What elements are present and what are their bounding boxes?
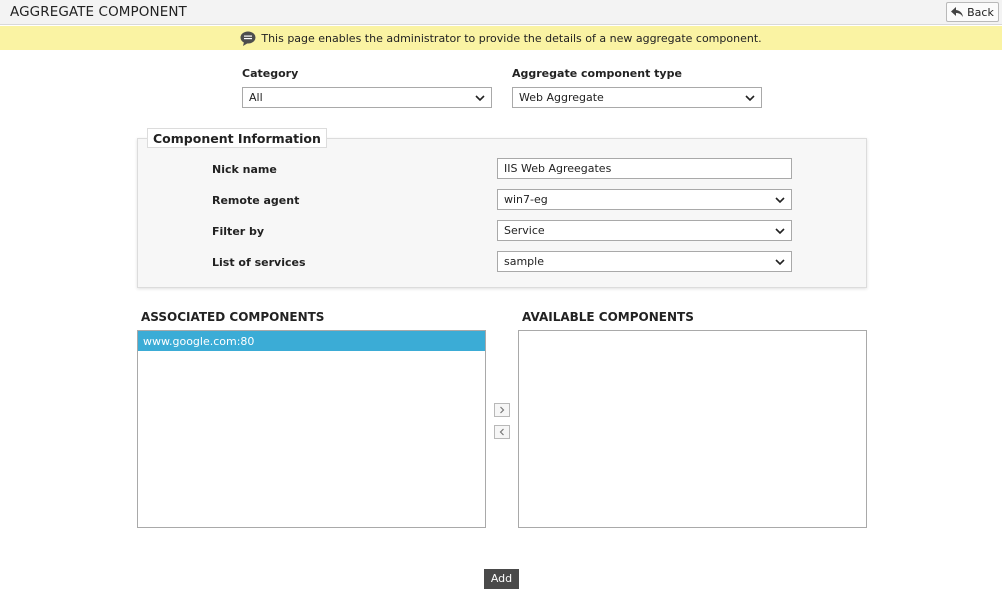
nick-name-label: Nick name <box>212 163 277 176</box>
available-components-heading: AVAILABLE COMPONENTS <box>522 310 694 324</box>
add-button[interactable]: Add <box>484 569 519 589</box>
chevron-down-icon <box>775 197 785 204</box>
back-arrow-icon <box>951 7 964 17</box>
filter-by-select[interactable]: Service <box>497 220 792 241</box>
chevron-down-icon <box>745 95 755 102</box>
info-message: This page enables the administrator to p… <box>261 31 762 45</box>
available-components-list[interactable] <box>518 330 867 528</box>
remote-agent-select[interactable]: win7-eg <box>497 189 792 210</box>
services-label: List of services <box>212 256 306 269</box>
component-info-legend: Component Information <box>147 128 327 148</box>
nick-name-input[interactable] <box>497 158 792 179</box>
associated-components-list[interactable]: www.google.com:80 <box>137 330 486 528</box>
back-button[interactable]: Back <box>946 2 999 22</box>
chevron-left-icon <box>499 428 504 436</box>
move-right-button[interactable] <box>494 403 510 417</box>
back-button-label: Back <box>967 5 994 19</box>
category-label: Category <box>242 67 299 80</box>
chevron-right-icon <box>500 406 505 414</box>
title-bar: AGGREGATE COMPONENT Back <box>0 0 1002 25</box>
category-select[interactable]: All <box>242 87 492 108</box>
filter-by-select-value: Service <box>504 224 545 237</box>
services-select[interactable]: sample <box>497 251 792 272</box>
remote-agent-select-value: win7-eg <box>504 193 548 206</box>
category-select-value: All <box>249 91 263 104</box>
chevron-down-icon <box>775 228 785 235</box>
page-title: AGGREGATE COMPONENT <box>10 4 187 20</box>
filter-by-label: Filter by <box>212 225 265 238</box>
aggregate-type-select-value: Web Aggregate <box>519 91 604 104</box>
aggregate-type-select[interactable]: Web Aggregate <box>512 87 762 108</box>
associated-components-heading: ASSOCIATED COMPONENTS <box>141 310 325 324</box>
services-select-value: sample <box>504 255 544 268</box>
info-banner: This page enables the administrator to p… <box>0 26 1002 50</box>
remote-agent-label: Remote agent <box>212 194 300 207</box>
move-left-button[interactable] <box>494 425 510 439</box>
aggregate-type-label: Aggregate component type <box>512 67 682 80</box>
speech-bubble-icon <box>240 31 256 46</box>
chevron-down-icon <box>775 259 785 266</box>
chevron-down-icon <box>475 95 485 102</box>
list-item[interactable]: www.google.com:80 <box>138 331 485 351</box>
